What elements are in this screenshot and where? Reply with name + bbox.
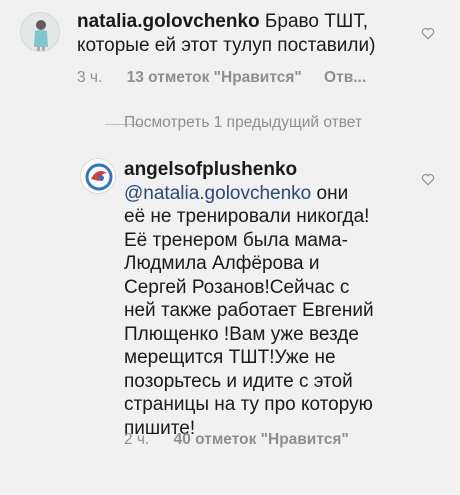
comment-text-line: её не тренировали никогда!: [124, 206, 370, 227]
heart-outline-icon[interactable]: [421, 173, 435, 186]
comment-text-line: Плющенко !Вам уже везде: [124, 323, 359, 345]
username-natalia[interactable]: natalia.golovchenko: [77, 11, 260, 32]
avatar-photo-icon: [21, 13, 59, 51]
comment-text-part: Браво ТШТ,: [259, 11, 369, 32]
avatar-logo-icon: [81, 159, 115, 193]
timestamp: 2 ч.: [124, 431, 150, 448]
reply-button[interactable]: Отв...: [324, 69, 366, 86]
comment-text-line: позорьтесь и идите с этой: [124, 370, 353, 392]
likes-count[interactable]: 13 отметок "Нравится": [127, 69, 302, 86]
heart-outline-icon[interactable]: [421, 27, 435, 40]
mention-link[interactable]: @natalia.golovchenko: [124, 183, 311, 204]
comment-meta-angelsofplushenko: 2 ч. 40 отметок "Нравится": [124, 431, 349, 449]
avatar-angelsofplushenko[interactable]: [80, 158, 116, 194]
comment-text-line: Сергей Розанов!Сейчас с: [124, 276, 350, 298]
username-angelsofplushenko[interactable]: angelsofplushenko: [124, 158, 424, 182]
comment-meta-natalia: 3 ч. 13 отметок "Нравится" Отв...: [77, 69, 366, 87]
comment-text-angelsofplushenko: angelsofplushenko @natalia.golovchenko о…: [124, 158, 424, 440]
comment-text-line: Людмила Алфёрова и: [124, 253, 320, 274]
avatar-natalia[interactable]: [20, 12, 60, 52]
comment-text-line: страницы на ту про которую: [124, 394, 373, 415]
comment-text-line: Её тренером была мама-: [124, 229, 348, 251]
timestamp: 3 ч.: [77, 69, 103, 86]
comment-text-part: которые ей этот тулуп поставили): [77, 34, 376, 56]
comment-text-natalia: natalia.golovchenko Браво ТШТ, которые е…: [77, 10, 407, 57]
comment-text-line: мерещится ТШТ!Уже не: [124, 347, 336, 368]
comment-text-line: ней также работает Евгений: [124, 300, 374, 321]
view-previous-replies-link[interactable]: Посмотреть 1 предыдущий ответ: [124, 114, 362, 132]
comment-text-part: они: [311, 182, 349, 204]
likes-count[interactable]: 40 отметок "Нравится": [174, 431, 349, 448]
